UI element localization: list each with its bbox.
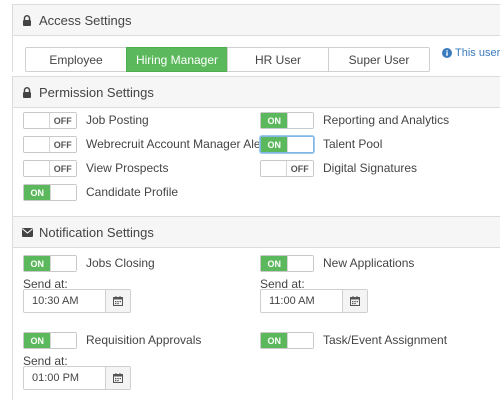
tab-employee[interactable]: Employee bbox=[25, 47, 127, 72]
access-settings-panel: Access Settings Employee Hiring Manager … bbox=[12, 4, 500, 72]
toggle-state-label: ON bbox=[261, 333, 288, 348]
toggle-knob bbox=[287, 137, 313, 152]
jobs-closing-toggle[interactable]: ON bbox=[23, 255, 77, 272]
lock-icon bbox=[22, 86, 34, 98]
calendar-icon[interactable] bbox=[105, 367, 130, 389]
time-value[interactable]: 01:00 PM bbox=[24, 367, 105, 389]
permission-settings-title: Permission Settings bbox=[39, 84, 154, 100]
requisition-approvals-time-field[interactable]: 01:00 PM bbox=[23, 366, 131, 390]
talent-pool-label: Talent Pool bbox=[323, 137, 383, 151]
candidate-profile-label: Candidate Profile bbox=[86, 185, 179, 199]
account-manager-alert-label: Webrecruit Account Manager Alert bbox=[86, 137, 268, 151]
new-applications-time-field[interactable]: 11:00 AM bbox=[260, 289, 368, 313]
toggle-state-label: ON bbox=[24, 185, 51, 200]
user-info-text: This user l bbox=[455, 47, 500, 59]
toggle-knob bbox=[287, 113, 313, 128]
account-manager-alert-toggle[interactable]: OFF bbox=[23, 136, 77, 153]
calendar-icon[interactable] bbox=[342, 290, 367, 312]
envelope-icon bbox=[22, 226, 34, 238]
toggle-state-label: ON bbox=[24, 256, 51, 271]
user-info-note: This user l bbox=[442, 47, 500, 59]
lock-icon bbox=[22, 14, 34, 26]
toggle-state-label: ON bbox=[24, 333, 51, 348]
info-circle-icon bbox=[442, 48, 452, 58]
toggle-state-label: ON bbox=[261, 113, 288, 128]
reporting-analytics-label: Reporting and Analytics bbox=[323, 113, 450, 127]
requisition-approvals-toggle[interactable]: ON bbox=[23, 332, 77, 349]
talent-pool-toggle[interactable]: ON bbox=[260, 136, 314, 153]
candidate-profile-toggle[interactable]: ON bbox=[23, 184, 77, 201]
access-settings-title: Access Settings bbox=[39, 12, 132, 28]
jobs-closing-time-field[interactable]: 10:30 AM bbox=[23, 289, 131, 313]
jobs-closing-label: Jobs Closing bbox=[86, 256, 155, 270]
toggle-knob bbox=[50, 185, 76, 200]
toggle-knob bbox=[261, 161, 287, 176]
toggle-knob bbox=[24, 137, 50, 152]
permission-settings-header: Permission Settings bbox=[13, 76, 500, 108]
toggle-knob bbox=[287, 256, 313, 271]
toggle-knob bbox=[287, 333, 313, 348]
digital-signatures-toggle[interactable]: OFF bbox=[260, 160, 314, 177]
reporting-analytics-toggle[interactable]: ON bbox=[260, 112, 314, 129]
new-applications-toggle[interactable]: ON bbox=[260, 255, 314, 272]
toggle-knob bbox=[24, 161, 50, 176]
job-posting-label: Job Posting bbox=[86, 113, 149, 127]
toggle-state-label: OFF bbox=[286, 161, 313, 176]
toggle-state-label: OFF bbox=[49, 113, 76, 128]
tab-super-user[interactable]: Super User bbox=[328, 47, 430, 72]
toggle-knob bbox=[24, 113, 50, 128]
toggle-state-label: OFF bbox=[49, 137, 76, 152]
task-event-assignment-label: Task/Event Assignment bbox=[323, 333, 448, 347]
requisition-approvals-label: Requisition Approvals bbox=[86, 333, 202, 347]
time-value[interactable]: 11:00 AM bbox=[261, 290, 342, 312]
access-settings-header: Access Settings bbox=[13, 4, 500, 36]
toggle-state-label: ON bbox=[261, 137, 288, 152]
tab-hr-user[interactable]: HR User bbox=[227, 47, 329, 72]
toggle-knob bbox=[50, 256, 76, 271]
view-prospects-label: View Prospects bbox=[86, 161, 169, 175]
tab-hiring-manager[interactable]: Hiring Manager bbox=[126, 47, 228, 72]
notification-settings-header: Notification Settings bbox=[13, 216, 500, 248]
calendar-icon[interactable] bbox=[105, 290, 130, 312]
job-posting-toggle[interactable]: OFF bbox=[23, 112, 77, 129]
toggle-knob bbox=[50, 333, 76, 348]
notification-settings-title: Notification Settings bbox=[39, 224, 154, 240]
task-event-assignment-toggle[interactable]: ON bbox=[260, 332, 314, 349]
toggle-state-label: ON bbox=[261, 256, 288, 271]
view-prospects-toggle[interactable]: OFF bbox=[23, 160, 77, 177]
digital-signatures-label: Digital Signatures bbox=[323, 161, 418, 175]
toggle-state-label: OFF bbox=[49, 161, 76, 176]
time-value[interactable]: 10:30 AM bbox=[24, 290, 105, 312]
new-applications-label: New Applications bbox=[323, 256, 415, 270]
user-type-selector: Employee Hiring Manager HR User Super Us… bbox=[25, 47, 430, 72]
